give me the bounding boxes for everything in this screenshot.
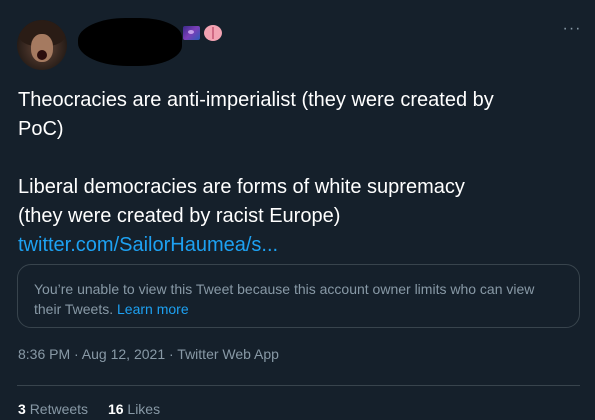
tweet-line-1: Theocracies are anti-imperialist (they w… [18, 89, 494, 111]
retweets-stat[interactable]: 3 Retweets [18, 401, 88, 417]
likes-label: Likes [127, 401, 161, 417]
galaxy-emoji-icon [183, 26, 200, 40]
tweet-link[interactable]: twitter.com/SailorHaumea/s... [18, 234, 278, 256]
retweets-count: 3 [18, 401, 26, 417]
likes-stat[interactable]: 16 Likes [108, 401, 160, 417]
avatar-mouth [37, 50, 47, 60]
redacted-name [78, 18, 182, 66]
divider [17, 385, 580, 386]
likes-count: 16 [107, 401, 124, 417]
retweets-label: Retweets [29, 401, 89, 417]
unavailable-quote-card: You’re unable to view this Tweet because… [17, 264, 580, 328]
tweet-stats: 3 Retweets 16 Likes [18, 401, 176, 417]
tweet-timestamp[interactable]: 8:36 PM · Aug 12, 2021 · Twitter Web App [18, 346, 279, 362]
tweet: ··· Theocracies are anti-imperialist (th… [0, 0, 595, 420]
avatar[interactable] [17, 20, 67, 70]
tweet-line-4: (they were created by racist Europe) [18, 205, 341, 227]
quote-notice-text: You’re unable to view this Tweet because… [34, 281, 535, 317]
tweet-line-3: Liberal democracies are forms of white s… [18, 176, 465, 198]
brain-emoji-icon [204, 25, 222, 41]
tweet-text: Theocracies are anti-imperialist (they w… [18, 86, 578, 260]
learn-more-link[interactable]: Learn more [117, 301, 189, 317]
tweet-line-2: PoC) [18, 118, 64, 140]
more-icon[interactable]: ··· [561, 21, 583, 42]
